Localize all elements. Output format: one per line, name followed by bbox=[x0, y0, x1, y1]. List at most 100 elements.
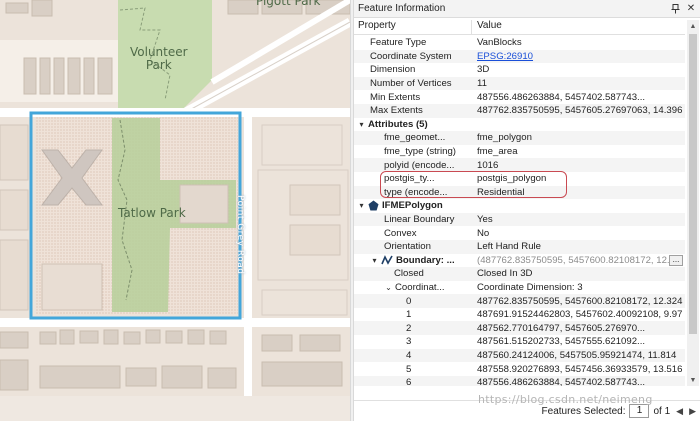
grid-row-value: fme_area bbox=[477, 146, 518, 158]
coordinate-system-link[interactable]: EPSG:26910 bbox=[477, 51, 533, 62]
grid-row-property: 3 bbox=[354, 335, 472, 348]
grid-row-attr-postgis[interactable]: postgis_ty... postgis_polygon bbox=[354, 172, 685, 186]
grid-row-value: 3D bbox=[477, 64, 490, 76]
tatlow-park-label: Tatlow Park bbox=[118, 206, 186, 220]
pin-icon[interactable] bbox=[668, 2, 682, 16]
grid-row-label: postgis_ty... bbox=[384, 173, 435, 185]
close-icon[interactable]: ✕ bbox=[684, 2, 698, 16]
collapse-icon[interactable]: ▾ bbox=[370, 256, 379, 265]
grid-row-value: fme_polygon bbox=[477, 132, 532, 144]
grid-row-attr-type[interactable]: fme_type (string) fme_area bbox=[354, 145, 685, 159]
grid-row-property: type (encode... bbox=[354, 186, 472, 199]
map-view[interactable]: Volunteer Park Tatlow Park Pigott Park P… bbox=[0, 0, 350, 421]
chevron-down-icon[interactable]: ⌄ bbox=[384, 283, 393, 292]
grid-row-c2[interactable]: 2 487562.770164797, 5457605.276970... bbox=[354, 321, 685, 336]
grid-row-value: 487691.91524462803, 5457602.40092108, 9.… bbox=[477, 309, 683, 321]
grid-row-c0[interactable]: 0 487762.835750595, 5457600.82108172, 12.… bbox=[354, 294, 685, 308]
grid-row-property: 5 bbox=[354, 363, 472, 376]
scroll-up-icon[interactable]: ▲ bbox=[687, 20, 699, 32]
grid-row-num-vertices[interactable]: Number of Vertices 11 bbox=[354, 76, 685, 91]
grid-row-property: ▾ Attributes (5) bbox=[354, 118, 472, 131]
grid-row-attributes[interactable]: ▾ Attributes (5) bbox=[354, 118, 685, 132]
grid-row-label: 0 bbox=[406, 295, 412, 307]
grid-row-orientation[interactable]: Orientation Left Hand Rule bbox=[354, 239, 685, 254]
grid-row-label: Feature Type bbox=[370, 37, 427, 49]
grid-row-label: 6 bbox=[406, 377, 412, 386]
features-count-label: of 1 bbox=[653, 405, 671, 417]
grid-row-attr-geom[interactable]: fme_geomet... fme_polygon bbox=[354, 131, 685, 145]
grid-row-property: Convex bbox=[354, 227, 472, 240]
scrollbar-thumb[interactable] bbox=[689, 34, 697, 334]
grid-row-min-extents[interactable]: Min Extents 487556.486263884, 5457402.587… bbox=[354, 90, 685, 104]
grid-row-value[interactable]: EPSG:26910 bbox=[472, 50, 685, 63]
grid-row-label: IFMEPolygon bbox=[382, 200, 443, 212]
grid-row-c5[interactable]: 5 487558.920276893, 5457456.36933579, 13.… bbox=[354, 362, 685, 376]
grid-row-value: 487556.486263884, 5457402.587743... bbox=[477, 91, 646, 103]
grid-row-value: 487762.835750595, 5457600.82108172, 12.3… bbox=[477, 295, 683, 307]
grid-row-label: Attributes (5) bbox=[368, 118, 428, 130]
grid-row-max-extents[interactable]: Max Extents 487762.835750595, 5457605.276… bbox=[354, 103, 685, 118]
grid-row-property: 4 bbox=[354, 349, 472, 362]
grid-row-c3[interactable]: 3 487561.515202733, 5457555.621092... bbox=[354, 335, 685, 349]
grid-row-property: 6 bbox=[354, 376, 472, 386]
grid-row-dimension[interactable]: Dimension 3D bbox=[354, 63, 685, 77]
grid-row-closed[interactable]: Closed Closed In 3D bbox=[354, 267, 685, 281]
grid-row-label: polyid (encode... bbox=[384, 159, 455, 171]
grid-row-label: fme_geomet... bbox=[384, 132, 446, 144]
grid-row-boundary[interactable]: ▾ Boundary: ... (487762.835750595, 5457600… bbox=[354, 254, 685, 268]
grid-row-c1[interactable]: 1 487691.91524462803, 5457602.40092108, 9… bbox=[354, 308, 685, 322]
more-button[interactable]: ... bbox=[669, 254, 683, 266]
features-selected-label: Features Selected: bbox=[541, 405, 626, 417]
column-header-property[interactable]: Property bbox=[354, 20, 472, 34]
grid-row-label: 3 bbox=[406, 336, 412, 348]
grid-row-coordinates[interactable]: ⌄ Coordinat... Coordinate Dimension: 3 bbox=[354, 281, 685, 295]
grid-row-value: 487560.24124006, 5457505.95921474, 11.81… bbox=[477, 349, 677, 361]
grid-row-label: Number of Vertices bbox=[370, 78, 452, 90]
grid-row-coord-system[interactable]: Coordinate System EPSG:26910 bbox=[354, 49, 685, 64]
grid-row-property: fme_type (string) bbox=[354, 145, 472, 158]
grid-header: Property Value bbox=[354, 20, 685, 35]
grid-row-attr-polyid[interactable]: polyid (encode... 1016 bbox=[354, 158, 685, 172]
grid-row-label: Convex bbox=[384, 227, 417, 239]
grid-row-property: Linear Boundary bbox=[354, 213, 472, 226]
grid-row-property: fme_geomet... bbox=[354, 131, 472, 144]
collapse-icon[interactable]: ▾ bbox=[357, 120, 366, 129]
grid-row-value: 487762.835750595, 5457605.27697063, 14.3… bbox=[477, 105, 683, 117]
column-header-value[interactable]: Value bbox=[472, 20, 685, 34]
grid-row-label: Closed bbox=[394, 268, 424, 280]
grid-row-property: Max Extents bbox=[354, 104, 472, 117]
grid-row-property: Coordinate System bbox=[354, 50, 472, 63]
grid-row-value: Residential bbox=[477, 186, 525, 198]
grid-row-label: Linear Boundary bbox=[384, 214, 455, 226]
vertical-scrollbar[interactable]: ▲ ▼ bbox=[687, 20, 699, 386]
grid-row-property: Feature Type bbox=[354, 36, 472, 49]
grid-row-value: 487556.486263884, 5457402.587743... bbox=[477, 377, 646, 386]
grid-row-label: Orientation bbox=[384, 241, 431, 253]
grid-row-convex[interactable]: Convex No bbox=[354, 226, 685, 240]
grid-row-ifme-polygon[interactable]: ▾ IFMEPolygon bbox=[354, 199, 685, 213]
panel-titlebar: Feature Information ✕ bbox=[354, 0, 700, 18]
grid-row-feature-type[interactable]: Feature Type VanBlocks bbox=[354, 36, 685, 50]
grid-row-property: 1 bbox=[354, 308, 472, 321]
grid-row-label: 2 bbox=[406, 322, 412, 334]
pigott-park-label: Pigott Park bbox=[256, 0, 321, 8]
selected-index-input[interactable]: 1 bbox=[629, 404, 650, 418]
grid-row-property: Closed bbox=[354, 267, 472, 280]
boundary-icon bbox=[381, 254, 393, 265]
triangle-left-icon[interactable]: ◀ bbox=[676, 406, 683, 417]
grid-row-attr-type-enc[interactable]: type (encode... Residential bbox=[354, 185, 685, 200]
grid-row-c4[interactable]: 4 487560.24124006, 5457505.95921474, 11.8… bbox=[354, 348, 685, 363]
grid-row-value: Yes bbox=[477, 214, 493, 226]
panel-title: Feature Information bbox=[358, 3, 446, 14]
grid-row-property: polyid (encode... bbox=[354, 159, 472, 172]
triangle-right-icon[interactable]: ▶ bbox=[689, 406, 696, 417]
grid-row-label: Max Extents bbox=[370, 105, 423, 117]
grid-row-label: Min Extents bbox=[370, 91, 421, 103]
grid-row-linear-boundary[interactable]: Linear Boundary Yes bbox=[354, 212, 685, 227]
grid-row-value: 1016 bbox=[477, 159, 499, 171]
feature-information-panel: Feature Information ✕ Property Value Fea… bbox=[354, 0, 700, 421]
grid-row-c6[interactable]: 6 487556.486263884, 5457402.587743... bbox=[354, 375, 685, 386]
property-grid: Feature Type VanBlocks Coordinate System EP… bbox=[354, 36, 685, 386]
scroll-down-icon[interactable]: ▼ bbox=[687, 374, 699, 386]
collapse-icon[interactable]: ▾ bbox=[357, 201, 366, 210]
